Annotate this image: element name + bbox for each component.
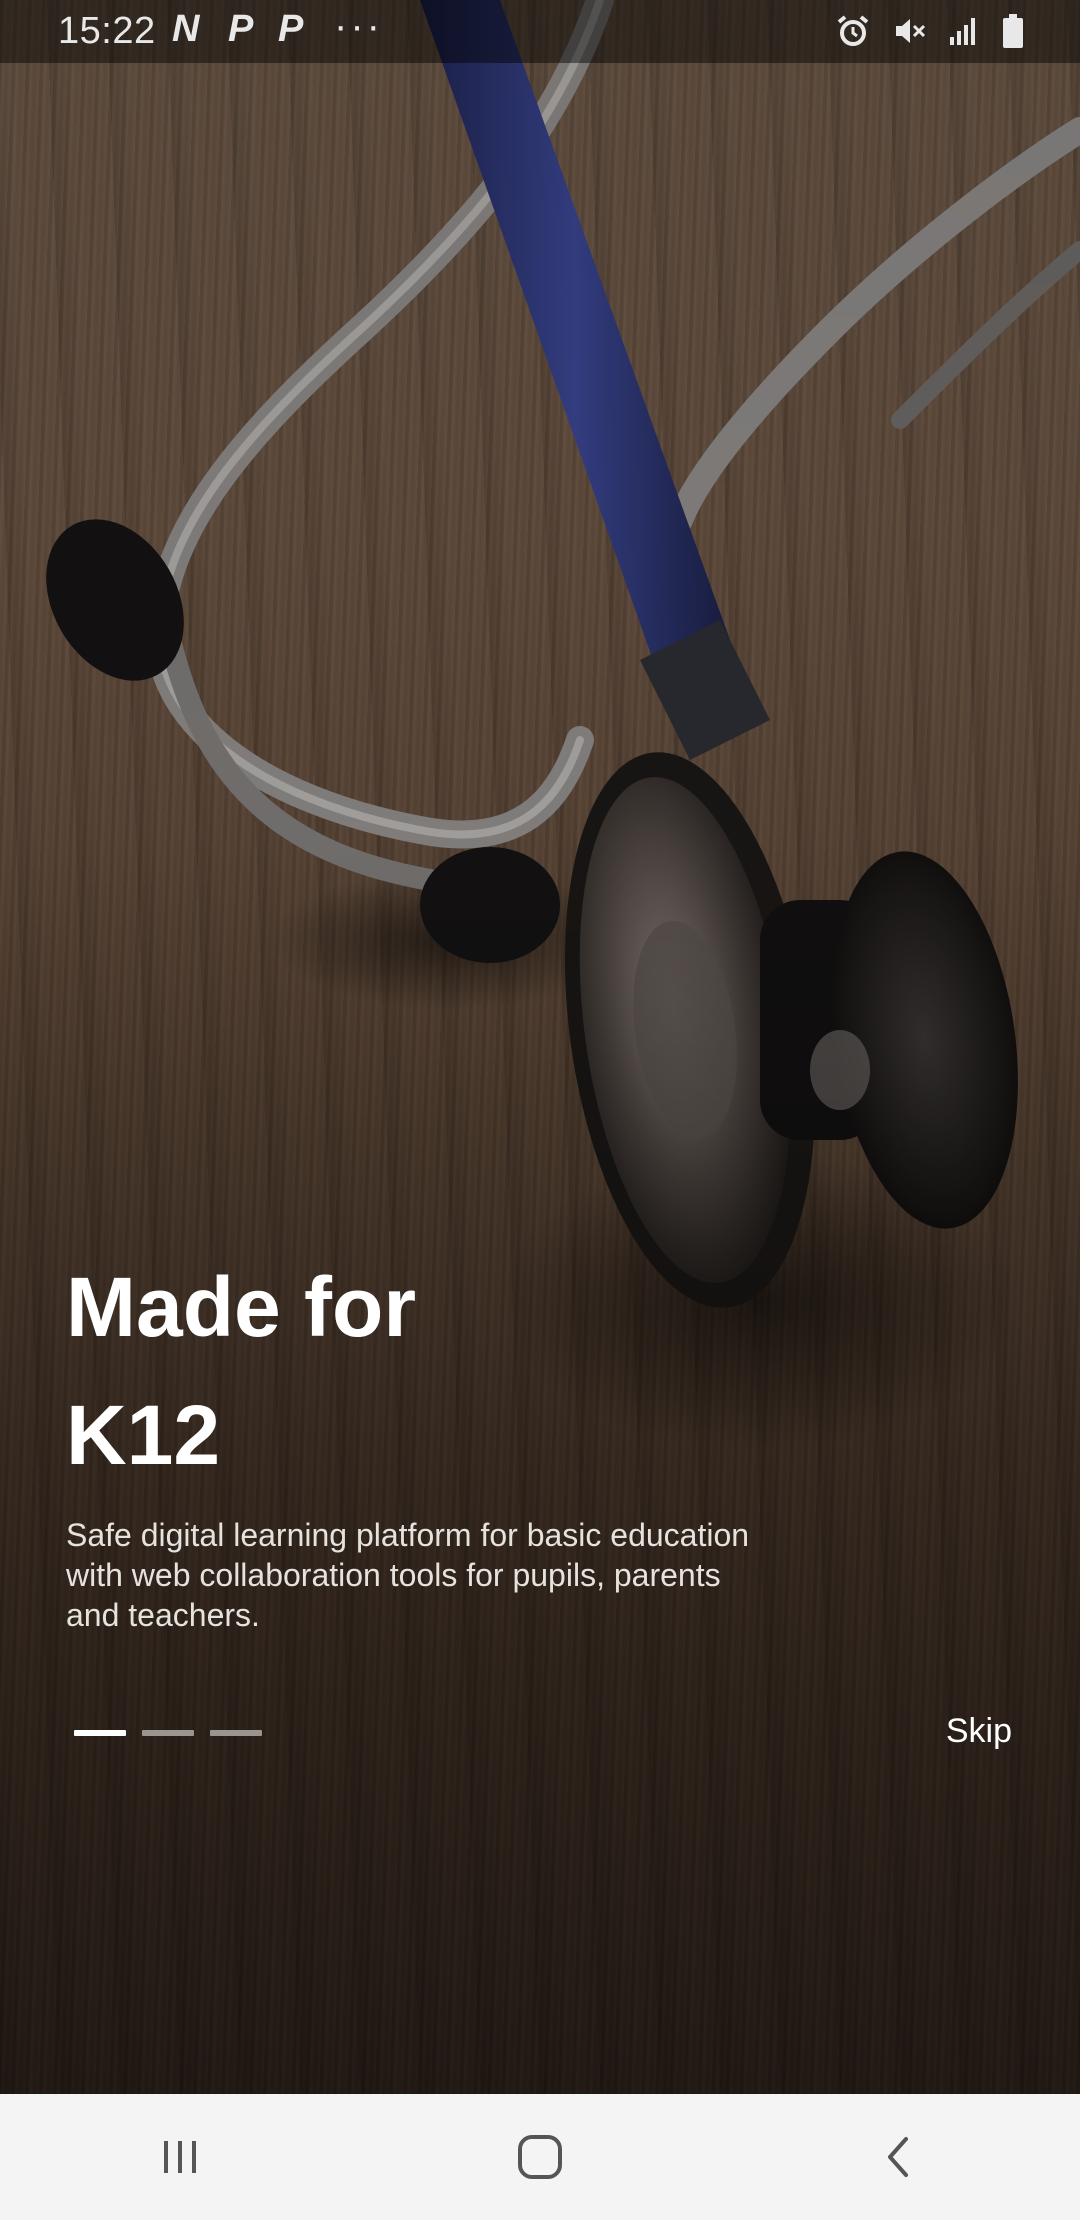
app-notification-icon-n: N: [172, 8, 200, 50]
home-icon: [518, 2135, 562, 2179]
status-time: 15:22: [58, 10, 156, 52]
page-indicator-1[interactable]: [74, 1730, 126, 1736]
recents-icon: [164, 2141, 196, 2173]
status-icons: [836, 14, 1024, 48]
navigation-bar: [0, 2094, 1080, 2220]
page-indicator-3[interactable]: [210, 1730, 262, 1736]
home-button[interactable]: [480, 2107, 600, 2207]
back-button[interactable]: [840, 2107, 960, 2207]
signal-icon: [950, 18, 975, 45]
status-bar: 15:22 N P P ···: [0, 0, 1080, 63]
back-icon: [888, 2137, 908, 2177]
app-notification-icon-p-2: P: [278, 8, 304, 50]
photo-overlay: [0, 0, 1080, 2094]
battery-icon: [1003, 14, 1023, 48]
page-indicator-2[interactable]: [142, 1730, 194, 1736]
skip-button[interactable]: Skip: [946, 1712, 1012, 1751]
alarm-icon: [837, 15, 869, 46]
app-notification-icon-p: P: [228, 8, 254, 50]
onboarding-title: Made for K12: [66, 1243, 866, 1499]
page-indicator: [74, 1730, 262, 1736]
title-line-1: Made for: [66, 1260, 417, 1354]
onboarding-screen: 15:22 N P P ··· Made for K12 Safe digita…: [0, 0, 1080, 2220]
more-notifications-icon: ···: [334, 4, 383, 48]
title-line-2: K12: [66, 1388, 221, 1482]
onboarding-description: Safe digital learning platform for basic…: [66, 1517, 750, 1633]
background-photo: [0, 0, 1080, 2094]
mute-icon: [896, 19, 926, 43]
recents-button[interactable]: [120, 2107, 240, 2207]
